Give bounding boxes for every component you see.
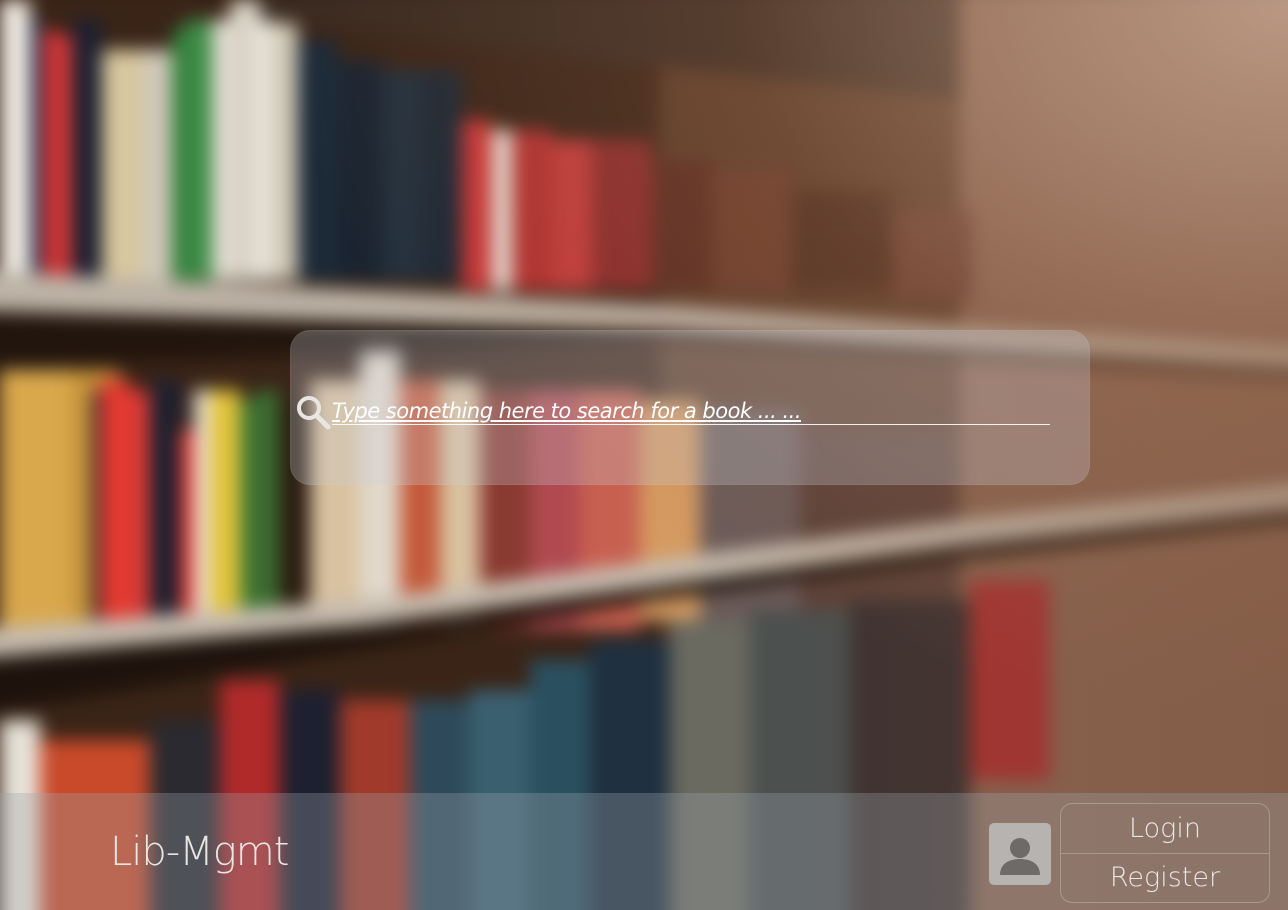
search-bar[interactable]: [292, 394, 1052, 430]
brand-logo-text: Lib-Mgmt: [110, 829, 289, 875]
auth-menu: Login Register: [1060, 803, 1270, 903]
person-silhouette-icon: [1000, 838, 1040, 875]
login-button[interactable]: Login: [1061, 804, 1269, 853]
footer-bar: Lib-Mgmt Login Register: [0, 793, 1288, 910]
register-button[interactable]: Register: [1061, 853, 1269, 902]
search-panel: [290, 330, 1090, 485]
user-avatar-icon[interactable]: [989, 823, 1051, 885]
search-input[interactable]: [332, 398, 1050, 425]
search-icon[interactable]: [295, 394, 331, 430]
